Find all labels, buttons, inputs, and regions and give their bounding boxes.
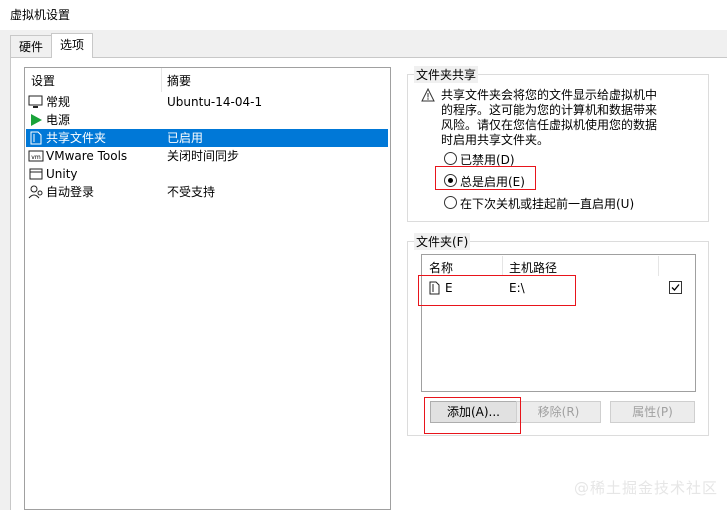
annotation-box-folder bbox=[418, 275, 576, 306]
settings-row-general[interactable]: 常规 Ubuntu-14-04-1 bbox=[26, 93, 388, 111]
monitor-icon bbox=[28, 94, 44, 110]
radio-circle[interactable] bbox=[444, 196, 457, 209]
folder-enabled-checkbox[interactable] bbox=[669, 281, 682, 294]
title-bar bbox=[0, 0, 727, 30]
folders-title: 文件夹(F) bbox=[414, 233, 471, 250]
warning-line: 的程序。这可能为您的计算机和数据带来 bbox=[441, 103, 658, 117]
setting-label: VMware Tools bbox=[46, 149, 128, 163]
settings-row-vmware-tools[interactable]: vm VMware Tools 关闭时间同步 bbox=[26, 147, 388, 165]
setting-label: 电源 bbox=[46, 113, 71, 127]
column-header-summary[interactable]: 摘要 bbox=[167, 72, 191, 89]
user-key-icon bbox=[28, 184, 44, 200]
settings-row-shared-folders[interactable]: 共享文件夹 已启用 bbox=[26, 129, 388, 147]
column-header-setting[interactable]: 设置 bbox=[31, 72, 55, 89]
setting-summary: 关闭时间同步 bbox=[167, 149, 240, 163]
folder-sharing-title: 文件夹共享 bbox=[414, 66, 479, 83]
properties-button[interactable]: 属性(P) bbox=[610, 401, 695, 423]
setting-label: 共享文件夹 bbox=[46, 131, 107, 145]
annotation-box-always bbox=[435, 166, 536, 190]
column-divider bbox=[161, 68, 162, 92]
column-header-name[interactable]: 名称 bbox=[429, 259, 453, 276]
settings-row-unity[interactable]: Unity bbox=[26, 165, 388, 183]
setting-summary: Ubuntu-14-04-1 bbox=[167, 95, 263, 109]
warning-line: 时启用共享文件夹。 bbox=[441, 133, 550, 147]
settings-row-power[interactable]: 电源 bbox=[26, 111, 388, 129]
setting-summary: 不受支持 bbox=[167, 185, 216, 199]
setting-summary: 已启用 bbox=[167, 131, 204, 145]
warning-text: 共享文件夹会将您的文件显示给虚拟机中 的程序。这可能为您的计算机和数据带来 风险… bbox=[441, 88, 657, 148]
warning-line: 共享文件夹会将您的文件显示给虚拟机中 bbox=[441, 88, 658, 102]
window-title: 虚拟机设置 bbox=[10, 8, 71, 22]
setting-label: 自动登录 bbox=[46, 185, 95, 199]
window-icon bbox=[28, 166, 44, 182]
column-divider bbox=[502, 256, 503, 276]
watermark-text: @稀土掘金技术社区 bbox=[574, 479, 719, 497]
settings-row-autologin[interactable]: 自动登录 不受支持 bbox=[26, 183, 388, 201]
radio-label[interactable]: 在下次关机或挂起前一直启用(U) bbox=[460, 195, 634, 212]
setting-label: Unity bbox=[46, 167, 78, 181]
warning-icon bbox=[421, 87, 435, 102]
warning-line: 风险。请仅在您信任虚拟机使用您的数据 bbox=[441, 118, 658, 132]
remove-button[interactable]: 移除(R) bbox=[516, 401, 601, 423]
tab-hardware[interactable]: 硬件 bbox=[10, 35, 53, 57]
column-divider bbox=[658, 256, 659, 276]
setting-label: 常规 bbox=[46, 95, 71, 109]
svg-text:vm: vm bbox=[31, 154, 41, 161]
column-header-host-path[interactable]: 主机路径 bbox=[509, 259, 557, 276]
shared-folder-icon bbox=[28, 130, 44, 146]
vm-icon: vm bbox=[28, 148, 44, 164]
power-play-icon bbox=[28, 112, 44, 128]
tab-options[interactable]: 选项 bbox=[51, 33, 94, 58]
annotation-box-add bbox=[424, 397, 521, 434]
radio-circle[interactable] bbox=[444, 152, 457, 165]
